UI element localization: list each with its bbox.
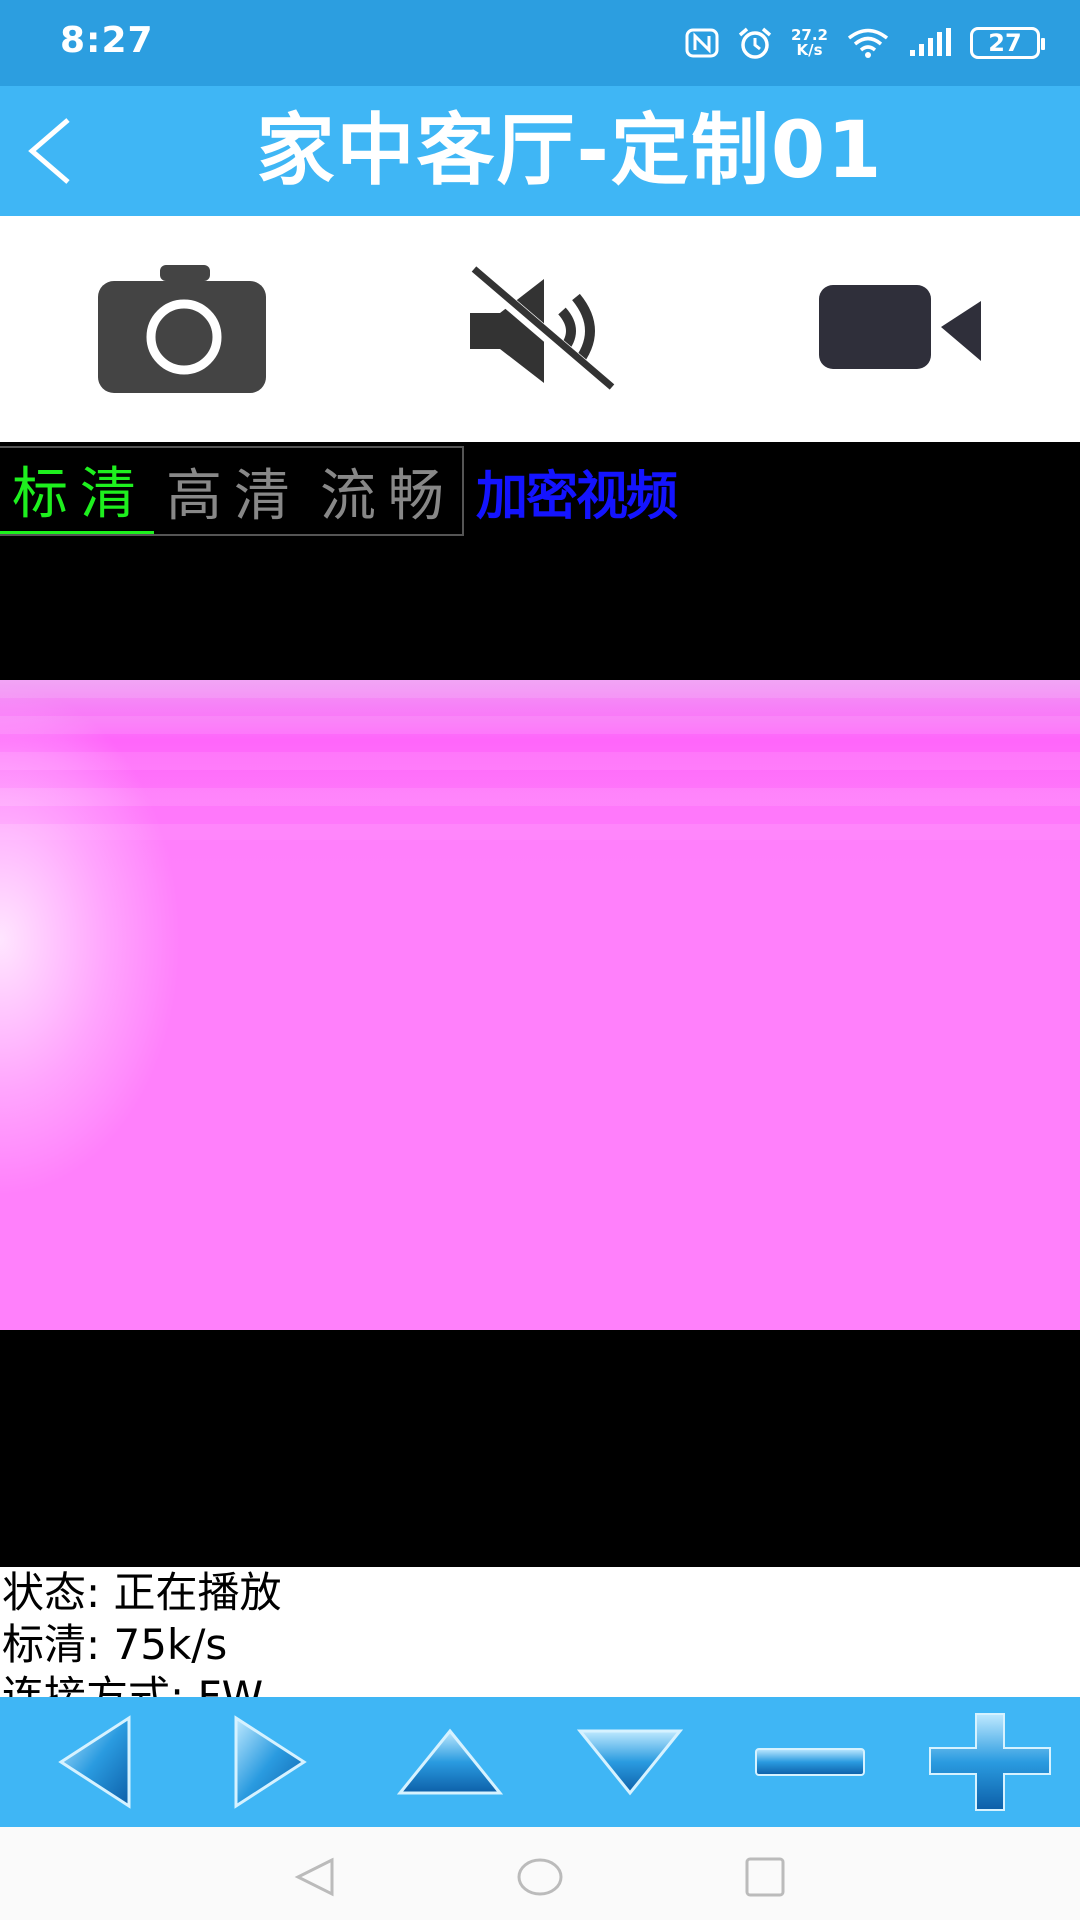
battery-icon: 27 [970, 27, 1045, 59]
arrow-left-icon [58, 1715, 131, 1809]
tab-smooth[interactable]: 流畅 [308, 448, 462, 534]
nav-back-icon [294, 1857, 334, 1897]
video-camera-icon [819, 285, 981, 369]
ptz-up-button[interactable] [390, 1697, 510, 1827]
net-speed: 27.2 K/s [791, 28, 828, 58]
back-button[interactable] [18, 114, 88, 188]
nav-back-button[interactable] [285, 1847, 345, 1907]
arrow-up-icon [396, 1728, 504, 1795]
nav-home-icon [517, 1858, 563, 1896]
status-icons: 27.2 K/s 27 [685, 22, 1045, 64]
ptz-down-button[interactable] [570, 1697, 690, 1827]
status-time: 8:27 [60, 20, 154, 61]
status-text: 状态: 正在播放 [2, 1568, 282, 1617]
zoom-out-button[interactable] [750, 1697, 870, 1827]
arrow-right-icon [234, 1715, 307, 1809]
encrypt-video-label: 加密视频 [476, 466, 678, 527]
ptz-control-bar [0, 1697, 1080, 1827]
bitrate-text: 标清: 75k/s [2, 1620, 228, 1669]
wifi-icon [847, 28, 889, 58]
camera-icon [98, 265, 266, 393]
quality-bar: 标清 高清 流畅 加密视频 [0, 446, 678, 536]
zoom-in-button[interactable] [925, 1697, 1055, 1827]
net-speed-unit: K/s [796, 41, 823, 59]
alarm-icon [738, 27, 772, 59]
zoom-out-icon [755, 1748, 865, 1776]
ptz-left-button[interactable] [50, 1697, 140, 1827]
zoom-in-icon [929, 1713, 1051, 1811]
tab-high[interactable]: 高清 [154, 448, 308, 534]
status-bar: 8:27 27.2 K/s 27 [0, 0, 1080, 86]
nfc-icon [685, 28, 719, 58]
nav-recent-button[interactable] [735, 1847, 795, 1907]
chevron-left-icon [28, 118, 70, 184]
nav-recent-icon [745, 1857, 785, 1897]
title-bar: 家中客厅-定制01 [0, 86, 1080, 216]
ptz-right-button[interactable] [225, 1697, 315, 1827]
page-title: 家中客厅-定制01 [256, 106, 884, 196]
tab-standard[interactable]: 标清 [0, 448, 154, 534]
video-area[interactable]: 标清 高清 流畅 加密视频 [0, 442, 1080, 1567]
video-frame[interactable] [0, 680, 1080, 1330]
snapshot-button[interactable] [92, 261, 272, 401]
quality-tabs: 标清 高清 流畅 [0, 446, 464, 536]
info-area: 状态: 正在播放 标清: 75k/s 连接方式: FW [0, 1567, 1080, 1697]
toolbar [0, 216, 1080, 442]
signal-icon [910, 28, 951, 56]
mute-button[interactable] [462, 261, 627, 401]
mute-icon [467, 265, 615, 395]
record-button[interactable] [815, 261, 985, 401]
battery-level: 27 [988, 29, 1022, 57]
arrow-down-icon [576, 1729, 684, 1796]
system-nav-bar [0, 1827, 1080, 1920]
nav-home-button[interactable] [510, 1847, 570, 1907]
connection-text: 连接方式: FW [2, 1672, 264, 1697]
